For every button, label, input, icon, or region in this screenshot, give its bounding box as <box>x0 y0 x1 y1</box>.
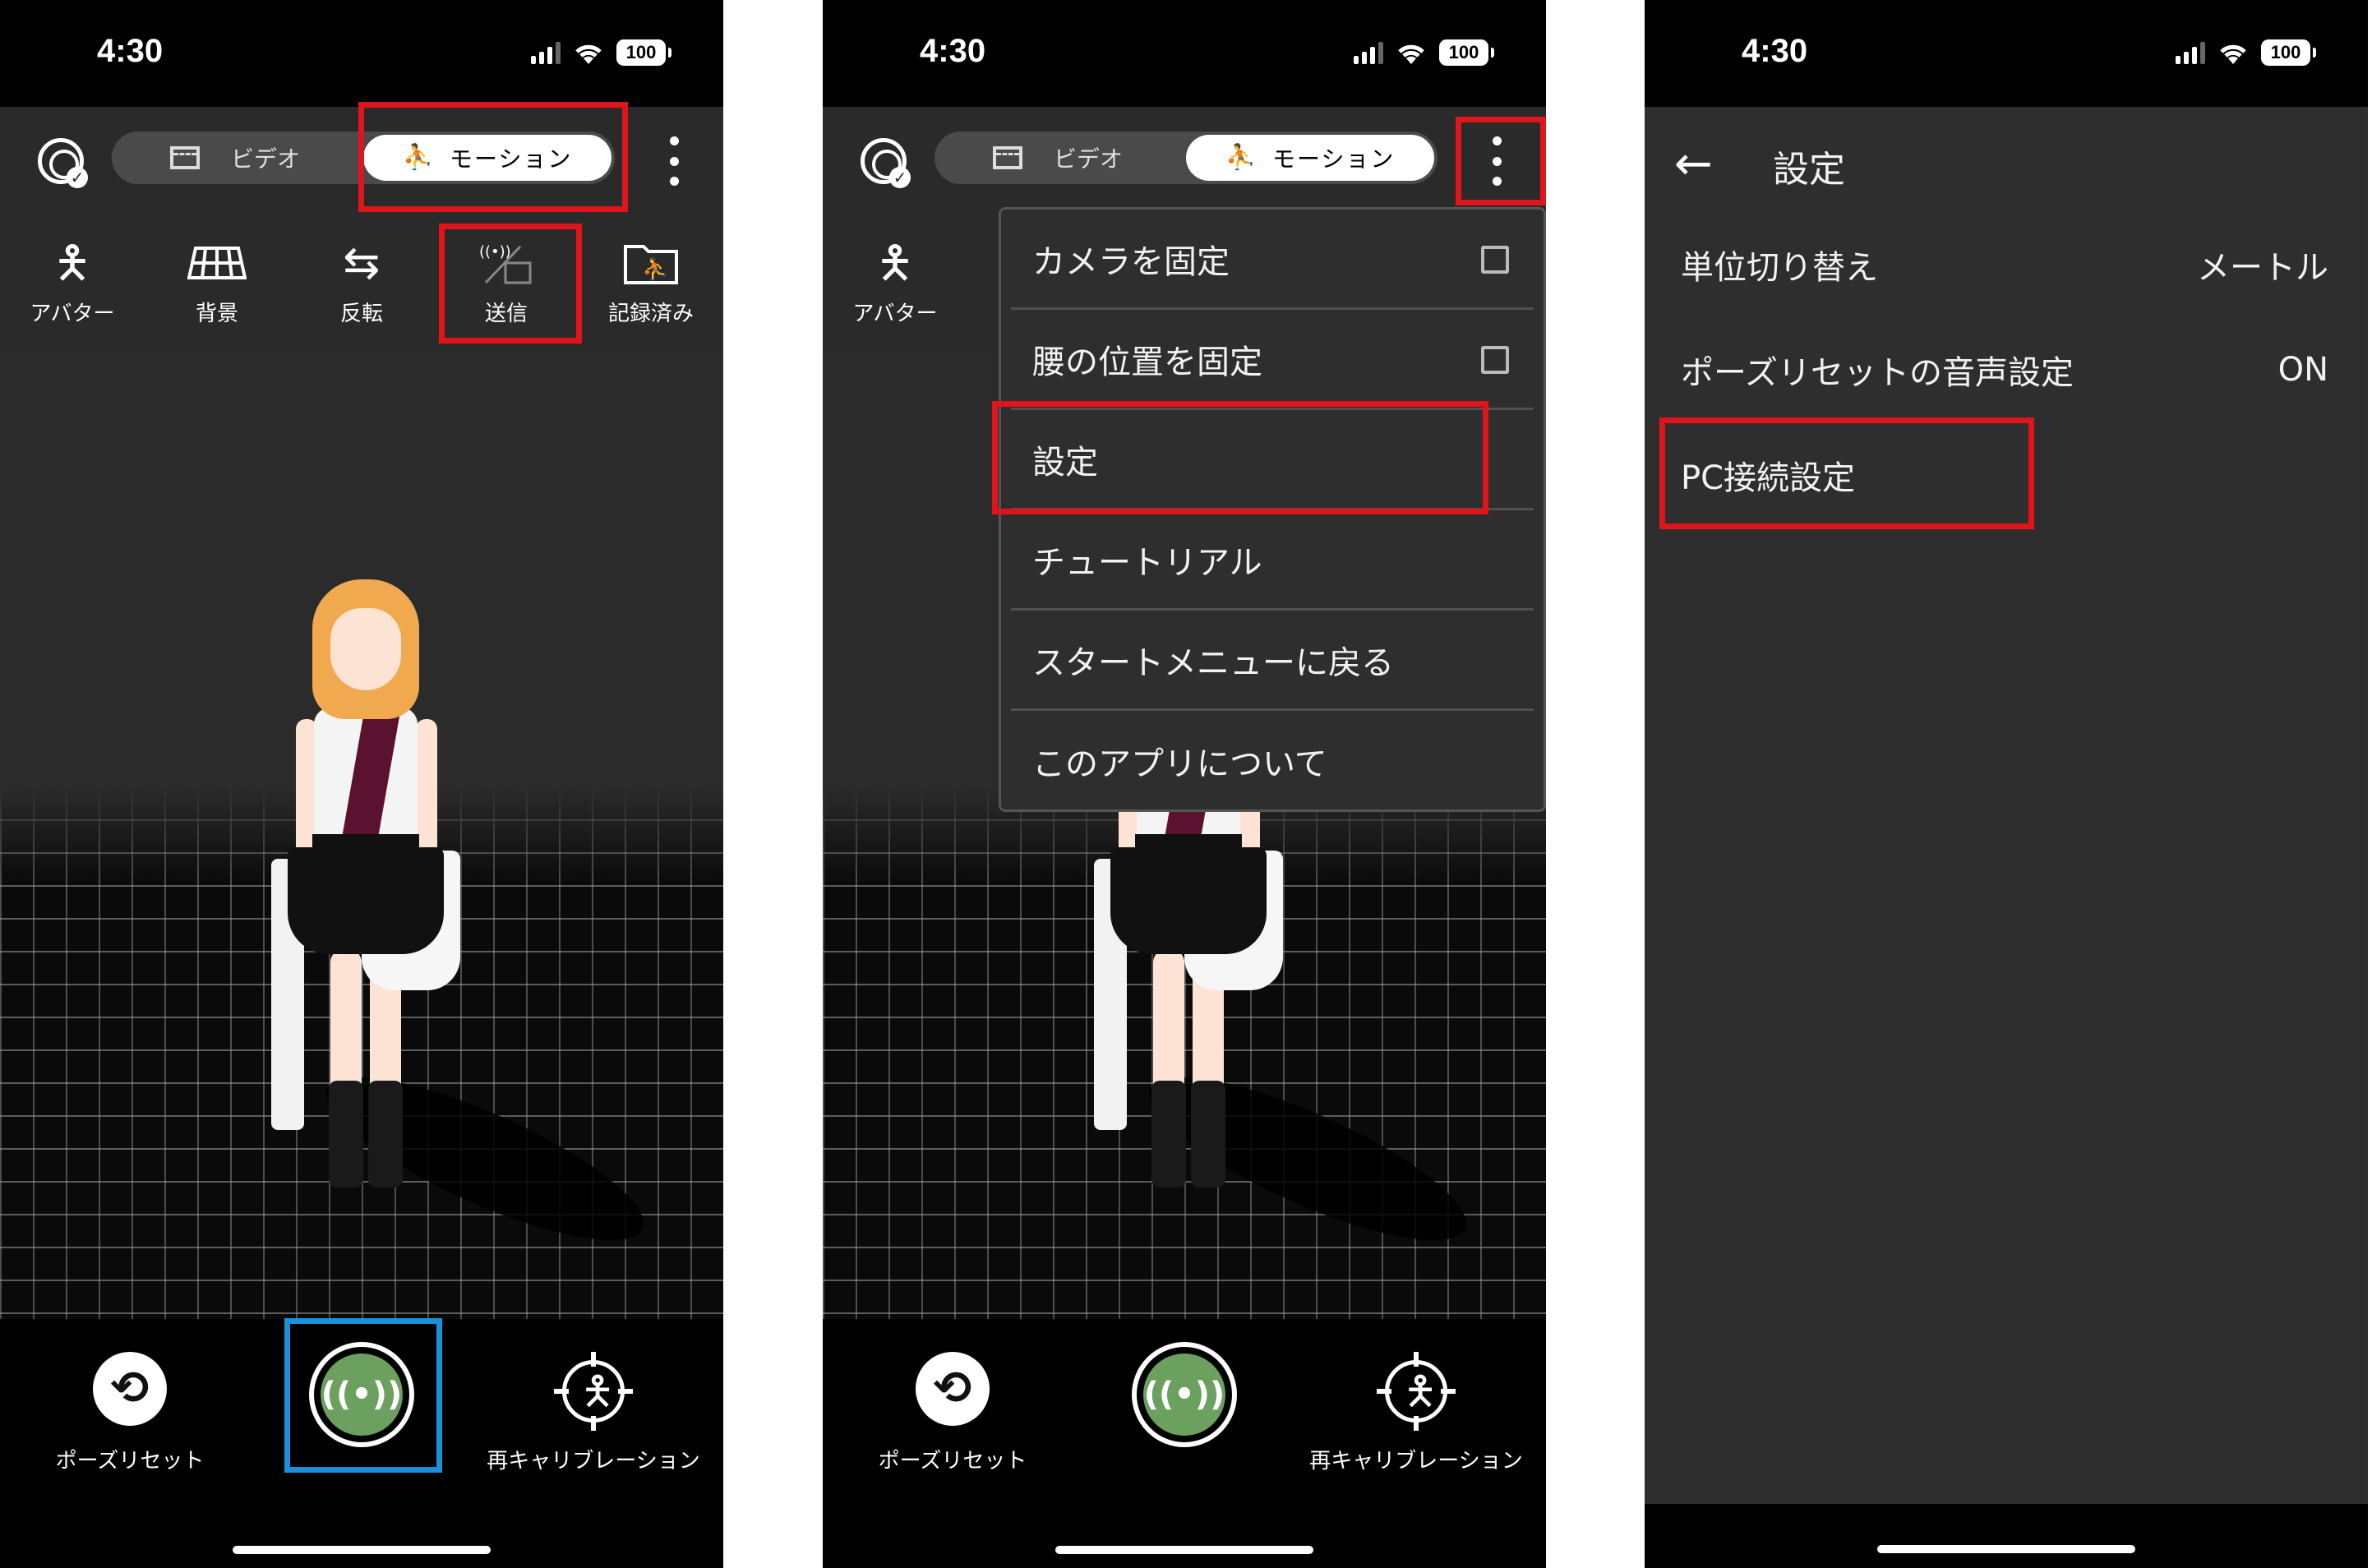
setting-value: メートル <box>2197 249 2328 287</box>
swap-arrows-icon: ⇆ <box>343 237 381 288</box>
lock-waist-checkbox[interactable] <box>1481 346 1509 374</box>
phone-screen-settings: 4:30 100 ← 設定 単位切り替え メートル ポーズリセットの音声設定 O… <box>1645 0 2368 1568</box>
highlight-settings-item <box>992 401 1488 514</box>
highlight-more-menu <box>1456 117 1546 205</box>
tab-motion[interactable]: ⛹ モーション <box>1186 135 1434 181</box>
recalibrate-label: 再キャリブレーション <box>487 1449 700 1473</box>
page-title: 設定 <box>1773 149 1845 191</box>
wifi-icon <box>2220 44 2246 64</box>
setting-label: ポーズリセットの音声設定 <box>1681 354 2074 392</box>
calibration-target-icon: 🯅 <box>554 1352 633 1431</box>
reset-rotate-icon: ⟲ <box>916 1352 990 1426</box>
tool-background[interactable]: 背景 <box>151 234 283 327</box>
battery-indicator: 100 <box>1439 39 1494 66</box>
recalibrate-button[interactable]: 🯅 再キャリブレーション <box>1293 1352 1539 1474</box>
camera-target-icon[interactable]: ✓ <box>861 138 911 188</box>
app-top-bar: ✓ ビデオ ⛹ モーション <box>823 107 1546 210</box>
status-bar: 4:30 100 <box>0 0 723 107</box>
settings-screen: ← 設定 単位切り替え メートル ポーズリセットの音声設定 ON PC接続設定 <box>1645 107 2368 1504</box>
recalibrate-label: 再キャリブレーション <box>1309 1449 1523 1473</box>
pose-reset-button[interactable]: ⟲ ポーズリセット <box>829 1352 1076 1474</box>
home-indicator <box>233 1546 491 1554</box>
tab-video-label: ビデオ <box>230 145 300 173</box>
menu-item-tutorial[interactable]: チュートリアル <box>1011 510 1534 611</box>
highlight-pc-connection <box>1659 417 2034 529</box>
menu-item-about[interactable]: このアプリについて <box>1011 711 1534 811</box>
menu-item-lock-camera[interactable]: カメラを固定 <box>1011 210 1534 310</box>
tool-avatar-label: アバター <box>852 302 938 326</box>
menu-item-label: このアプリについて <box>1032 745 1327 783</box>
tab-video[interactable]: ビデオ <box>934 131 1181 184</box>
person-icon: 🯅 <box>875 237 915 288</box>
avatar-model <box>263 546 662 1271</box>
recalibrate-button[interactable]: 🯅 再キャリブレーション <box>470 1352 717 1474</box>
highlight-send-tool <box>439 224 582 344</box>
setting-value: ON <box>2277 351 2328 389</box>
person-icon: 🯅 <box>53 237 92 288</box>
battery-indicator: 100 <box>2261 39 2316 66</box>
recorded-folder-icon: ⛹ <box>585 234 717 292</box>
pose-reset-label: ポーズリセット <box>55 1449 205 1473</box>
tab-motion-label: モーション <box>1271 145 1396 173</box>
more-menu-icon[interactable] <box>666 136 682 186</box>
lock-camera-checkbox[interactable] <box>1481 246 1509 274</box>
broadcast-button[interactable]: ((•)) <box>1132 1342 1237 1447</box>
cellular-signal-icon <box>531 41 561 64</box>
highlight-broadcast-button <box>284 1318 442 1473</box>
3d-viewport[interactable] <box>0 349 723 1319</box>
pose-reset-button[interactable]: ⟲ ポーズリセット <box>7 1352 253 1474</box>
calibration-target-icon: 🯅 <box>1377 1352 1456 1431</box>
menu-item-label: チュートリアル <box>1032 543 1262 582</box>
menu-item-label: スタートメニューに戻る <box>1032 643 1394 682</box>
camera-target-icon[interactable]: ✓ <box>38 138 88 188</box>
tool-avatar[interactable]: 🯅 アバター <box>829 234 961 327</box>
phone-screen-main: 4:30 100 ✓ ビデオ ⛹ モーション 🯅 アバター 背景 ⇆ 反転 ((… <box>0 0 723 1568</box>
status-bar: 4:30 100 <box>823 0 1546 107</box>
setting-label: 単位切り替え <box>1681 249 1878 287</box>
home-indicator <box>1877 1545 2135 1553</box>
tool-flip[interactable]: ⇆ 反転 <box>296 234 427 327</box>
tool-recorded-label: 記録済み <box>607 302 694 326</box>
battery-indicator: 100 <box>616 39 671 66</box>
bottom-bar <box>1645 1504 2368 1568</box>
bottom-control-bar: ⟲ ポーズリセット ((•)) 🯅 再キャリブレーション <box>823 1319 1546 1568</box>
menu-item-lock-waist[interactable]: 腰の位置を固定 <box>1011 310 1534 410</box>
wifi-icon <box>1398 44 1424 64</box>
setting-row-units[interactable]: 単位切り替え メートル <box>1681 232 2328 297</box>
pose-reset-label: ポーズリセット <box>878 1449 1027 1473</box>
svg-text:⛹: ⛹ <box>642 256 668 282</box>
tab-video-label: ビデオ <box>1053 145 1123 173</box>
menu-item-label: カメラを固定 <box>1032 242 1230 281</box>
cellular-signal-icon <box>2176 41 2205 64</box>
home-indicator <box>1055 1546 1313 1554</box>
film-clapper-icon <box>992 146 1022 169</box>
broadcast-icon: ((•)) <box>1143 1354 1225 1436</box>
tool-flip-label: 反転 <box>339 302 383 326</box>
tools-toolbar: 🯅 アバター 背景 ⇆ 反転 ((•)) 送信 ⛹ 記録済み <box>0 210 723 349</box>
phone-screen-menu: 4:30 100 ✓ ビデオ ⛹ モーション 🯅 アバター ⟲ ポーズリセット … <box>823 0 1546 1568</box>
menu-item-label: 腰の位置を固定 <box>1032 343 1262 381</box>
tool-avatar-label: アバター <box>30 302 115 326</box>
cellular-signal-icon <box>1354 41 1383 64</box>
status-time: 4:30 <box>97 33 164 69</box>
tool-avatar[interactable]: 🯅 アバター <box>7 234 138 327</box>
menu-item-start-menu[interactable]: スタートメニューに戻る <box>1011 611 1534 711</box>
highlight-motion-tab <box>358 102 628 212</box>
motion-figure-icon: ⛹ <box>1225 143 1258 172</box>
tab-video[interactable]: ビデオ <box>112 131 358 184</box>
status-bar: 4:30 100 <box>1645 0 2368 107</box>
back-arrow-icon[interactable]: ← <box>1674 141 1724 191</box>
status-time: 4:30 <box>1742 33 1808 69</box>
wifi-icon <box>575 44 602 64</box>
tool-background-label: 背景 <box>195 302 238 326</box>
setting-row-pose-reset-audio[interactable]: ポーズリセットの音声設定 ON <box>1681 337 2328 403</box>
tool-recorded[interactable]: ⛹ 記録済み <box>585 234 717 327</box>
mode-segmented-control: ビデオ ⛹ モーション <box>934 131 1438 184</box>
status-time: 4:30 <box>920 33 986 69</box>
reset-rotate-icon: ⟲ <box>93 1352 167 1426</box>
grid-floor-icon <box>151 234 283 292</box>
film-clapper-icon <box>169 146 200 169</box>
